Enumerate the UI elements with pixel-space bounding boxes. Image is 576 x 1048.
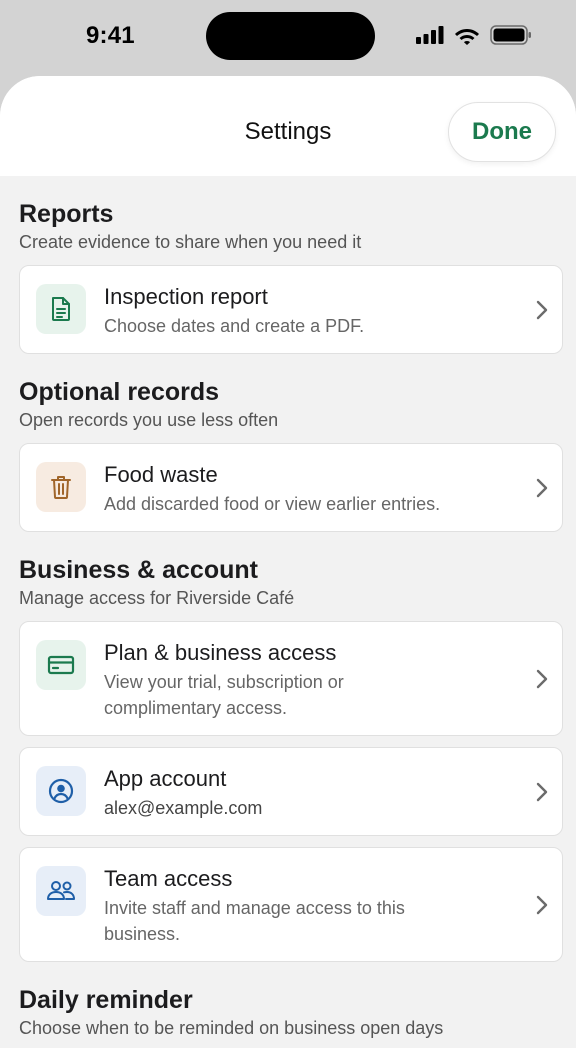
inspection-report-row[interactable]: Inspection report Choose dates and creat… bbox=[19, 265, 563, 354]
cellular-signal-icon bbox=[416, 26, 444, 44]
section-title-reports: Reports bbox=[19, 200, 114, 228]
status-icons bbox=[416, 25, 532, 45]
section-title-optional-records: Optional records bbox=[19, 378, 220, 406]
status-time: 9:41 bbox=[86, 22, 135, 49]
team-access-row[interactable]: Team access Invite staff and manage acce… bbox=[19, 847, 563, 962]
section-title-business-account: Business & account bbox=[19, 556, 258, 584]
section-subtitle-optional-records: Open records you use less often bbox=[19, 410, 279, 430]
chevron-right-icon bbox=[536, 895, 548, 914]
plan-business-access-row[interactable]: Plan & business access View your trial, … bbox=[19, 621, 563, 736]
chevron-right-icon bbox=[536, 669, 548, 688]
app-account-row[interactable]: App account alex@example.com bbox=[19, 747, 563, 836]
card-icon bbox=[36, 640, 86, 690]
chevron-right-icon bbox=[536, 478, 548, 497]
document-icon bbox=[36, 284, 86, 334]
inspection-report-description: Choose dates and create a PDF. bbox=[104, 316, 365, 336]
team-icon bbox=[36, 866, 86, 916]
inspection-report-title: Inspection report bbox=[104, 284, 268, 309]
section-subtitle-daily-reminder: Choose when to be reminded on business o… bbox=[19, 1018, 444, 1038]
status-bar: 9:41 bbox=[0, 0, 576, 76]
plan-business-access-title: Plan & business access bbox=[104, 640, 337, 665]
settings-sheet: Settings Done Reports Create evidence to… bbox=[0, 76, 576, 1048]
app-account-title: App account bbox=[104, 766, 227, 791]
section-title-daily-reminder: Daily reminder bbox=[19, 986, 193, 1014]
dynamic-island bbox=[206, 12, 375, 60]
chevron-right-icon bbox=[536, 300, 548, 319]
plan-business-access-description: View your trial, subscription or complim… bbox=[104, 672, 344, 718]
team-access-title: Team access bbox=[104, 866, 233, 891]
wifi-icon bbox=[455, 28, 479, 45]
chevron-right-icon bbox=[536, 782, 548, 801]
food-waste-description: Add discarded food or view earlier entri… bbox=[104, 494, 441, 514]
user-circle-icon bbox=[36, 766, 86, 816]
settings-content: Reports Create evidence to share when yo… bbox=[0, 199, 576, 1039]
battery-icon bbox=[490, 25, 531, 45]
app-account-email: alex@example.com bbox=[104, 798, 263, 818]
section-subtitle-reports: Create evidence to share when you need i… bbox=[19, 232, 362, 252]
team-access-description: Invite staff and manage access to this b… bbox=[104, 898, 405, 944]
food-waste-row[interactable]: Food waste Add discarded food or view ea… bbox=[19, 443, 563, 532]
section-subtitle-business-account: Manage access for Riverside Café bbox=[19, 588, 295, 608]
done-button[interactable]: Done bbox=[448, 102, 556, 162]
sheet-header: Settings Done bbox=[0, 76, 576, 176]
food-waste-title: Food waste bbox=[104, 462, 218, 487]
trash-icon bbox=[36, 462, 86, 512]
